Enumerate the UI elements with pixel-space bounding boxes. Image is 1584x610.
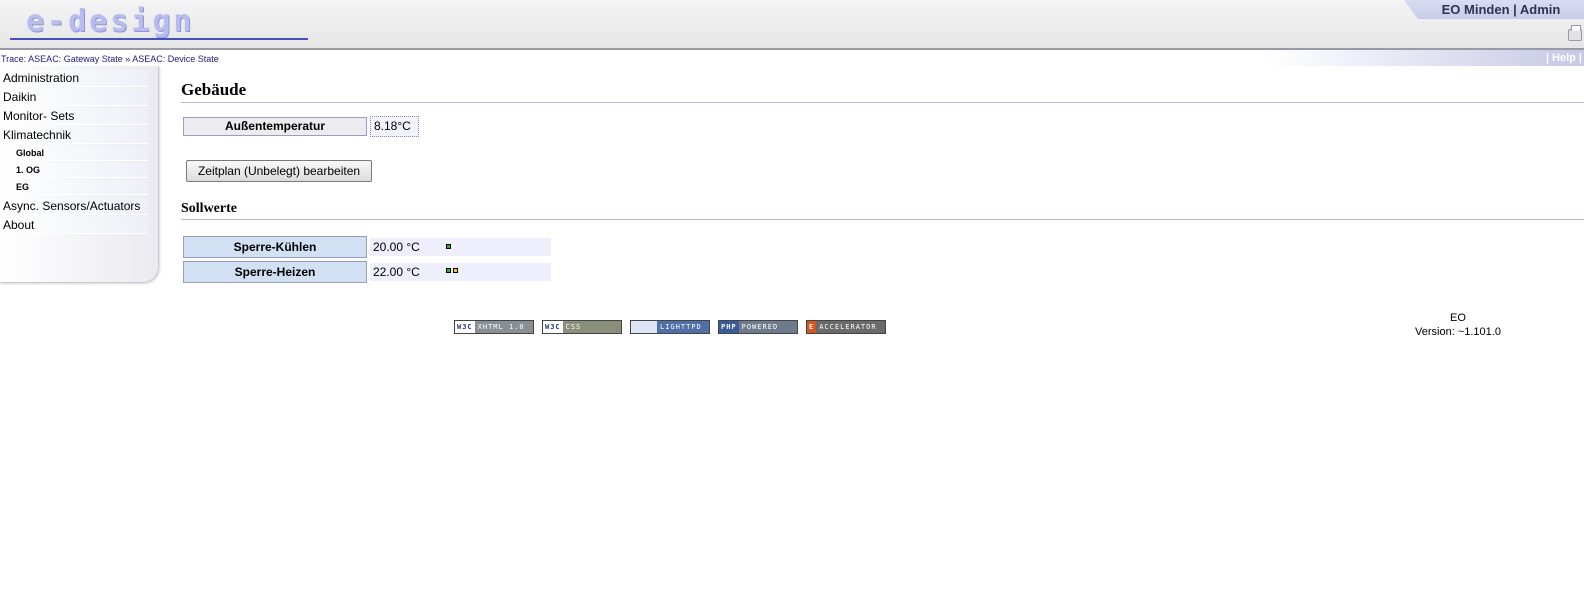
setpoint-value-heating-lock: 22.00 °C xyxy=(373,265,420,279)
header: e-design EO Minden | Admin xyxy=(0,0,1584,50)
sidebar-item-about[interactable]: About xyxy=(0,217,148,234)
version-text: Version: ~1.101.0 xyxy=(1415,326,1501,338)
badge-left-text: W3C xyxy=(455,321,475,333)
badge-right-text: ACCELERATOR xyxy=(816,321,885,333)
status-led-icon xyxy=(453,268,458,273)
lighttpd-badge[interactable]: LIGHTTPD xyxy=(630,320,710,334)
logo: e-design xyxy=(26,4,195,39)
sidebar-item-monitor-sets[interactable]: Monitor- Sets xyxy=(0,108,148,125)
badge-right-text: XHTML 1.0 xyxy=(474,321,533,333)
logo-underline xyxy=(10,38,308,40)
sidebar-item-async-sensors[interactable]: Async. Sensors/Actuators xyxy=(0,198,148,215)
user-info-tab[interactable]: EO Minden | Admin xyxy=(1404,0,1584,19)
css-badge[interactable]: W3C CSS xyxy=(542,320,622,334)
sidebar-subitem-1-og[interactable]: 1. OG xyxy=(0,163,148,178)
setpoint-label-cooling-lock: Sperre-Kühlen xyxy=(183,236,367,258)
sidebar-item-daikin[interactable]: Daikin xyxy=(0,89,148,106)
status-led-icon xyxy=(446,268,451,273)
setpoint-value-cooling-lock: 20.00 °C xyxy=(373,240,420,254)
sidebar-item-administration[interactable]: Administration xyxy=(0,70,148,87)
badge-right-text: POWERED xyxy=(738,321,797,333)
setpoint-label-heating-lock: Sperre-Heizen xyxy=(183,261,367,283)
badge-left-text: E xyxy=(807,321,817,333)
sidebar-subitem-global[interactable]: Global xyxy=(0,146,148,161)
badge-right-text: CSS xyxy=(562,321,621,333)
outdoor-temperature-value: 8.18°C xyxy=(370,116,419,137)
product-name: EO xyxy=(1450,312,1466,324)
print-icon[interactable] xyxy=(1568,25,1582,41)
user-info-label: EO Minden | Admin xyxy=(1441,2,1561,17)
help-link[interactable]: | Help | xyxy=(1546,50,1584,66)
badge-right-text: LIGHTTPD xyxy=(657,321,709,333)
version-info: EO Version: ~1.101.0 xyxy=(1390,311,1526,339)
eaccelerator-badge[interactable]: E ACCELERATOR xyxy=(806,320,886,334)
breadcrumb: Trace: ASEAC: Gateway State » ASEAC: Dev… xyxy=(0,50,1584,66)
section-title-setpoints: Sollwerte xyxy=(181,200,1584,220)
sidebar-subitem-eg[interactable]: EG xyxy=(0,180,148,195)
sidebar-item-klimatechnik[interactable]: Klimatechnik xyxy=(0,127,148,144)
section-title-building: Gebäude xyxy=(181,80,1584,103)
status-led-icon xyxy=(446,244,451,249)
sidebar: Administration Daikin Monitor- Sets Klim… xyxy=(0,66,159,283)
badge-left-text: W3C xyxy=(543,321,563,333)
edit-schedule-button[interactable]: Zeitplan (Unbelegt) bearbeiten xyxy=(186,160,372,182)
feather-icon xyxy=(631,321,657,333)
xhtml-badge[interactable]: W3C XHTML 1.0 xyxy=(454,320,534,334)
outdoor-temperature-label: Außentemperatur xyxy=(183,117,367,136)
php-badge[interactable]: PHP POWERED xyxy=(718,320,798,334)
badge-left-text: PHP xyxy=(719,321,739,333)
